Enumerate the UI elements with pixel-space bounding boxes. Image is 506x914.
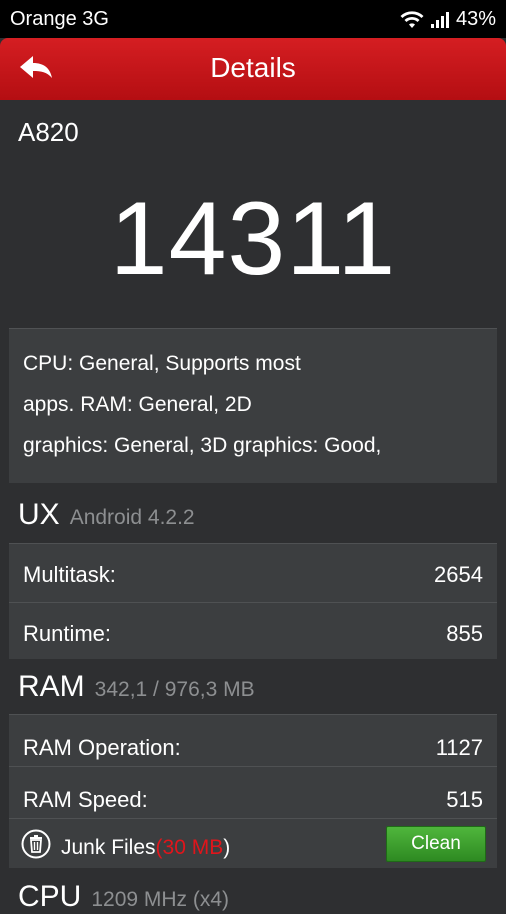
- ram-operation-label: RAM Operation:: [23, 735, 181, 760]
- description-line: graphics: General, 3D graphics: Good,: [23, 434, 382, 457]
- junk-files-text: Junk Files: [61, 836, 156, 859]
- ram-usage: 342,1 / 976,3 MB: [94, 678, 255, 701]
- ram-speed-label: RAM Speed:: [23, 787, 148, 812]
- device-model: A820: [18, 117, 79, 147]
- multitask-row: Multitask: 2654: [9, 543, 497, 602]
- junk-close-paren: ): [223, 836, 231, 859]
- wifi-icon: [400, 10, 424, 29]
- status-icons: 43%: [400, 8, 496, 31]
- app-bar: Details: [0, 38, 506, 100]
- android-version: Android 4.2.2: [69, 506, 195, 529]
- ram-title: RAM: [18, 670, 85, 703]
- description-line: CPU: General, Supports most: [23, 352, 301, 375]
- signal-icon: [430, 11, 450, 29]
- battery-level: 43%: [455, 8, 496, 30]
- junk-files-amount: 30 MB: [162, 836, 224, 859]
- cpu-frequency: 1209 MHz (x4): [91, 888, 230, 911]
- junk-open-paren: (: [155, 836, 163, 859]
- cpu-section-header: CPU 1209 MHz (x4): [18, 880, 229, 914]
- clean-button[interactable]: Clean: [386, 826, 486, 862]
- ram-operation-row: RAM Operation: 1127: [9, 714, 497, 766]
- ram-section-header: RAM 342,1 / 976,3 MB: [18, 670, 255, 704]
- runtime-row: Runtime: 855: [9, 602, 497, 659]
- junk-files-bar: Junk Files(30 MB) Clean: [9, 818, 497, 868]
- ram-operation-value: 1127: [435, 735, 483, 760]
- total-score: 14311: [109, 181, 397, 297]
- runtime-label: Runtime:: [23, 621, 112, 646]
- multitask-value: 2654: [434, 562, 483, 587]
- ram-speed-value: 515: [446, 787, 483, 812]
- runtime-value: 855: [446, 621, 483, 646]
- junk-files-label: Junk Files(30 MB): [61, 836, 230, 860]
- trash-icon: [21, 829, 51, 859]
- ux-title: UX: [18, 498, 60, 531]
- status-bar: Orange 3G 43%: [0, 0, 506, 38]
- ram-speed-row: RAM Speed: 515: [9, 766, 497, 818]
- score-description: CPU: General, Supports most apps. RAM: G…: [9, 328, 497, 483]
- carrier-label: Orange 3G: [10, 8, 109, 30]
- multitask-label: Multitask:: [23, 562, 116, 587]
- page-title: Details: [210, 52, 296, 83]
- cpu-title: CPU: [18, 880, 82, 913]
- ux-section-header: UX Android 4.2.2: [18, 498, 195, 532]
- description-line: apps. RAM: General, 2D: [23, 393, 252, 416]
